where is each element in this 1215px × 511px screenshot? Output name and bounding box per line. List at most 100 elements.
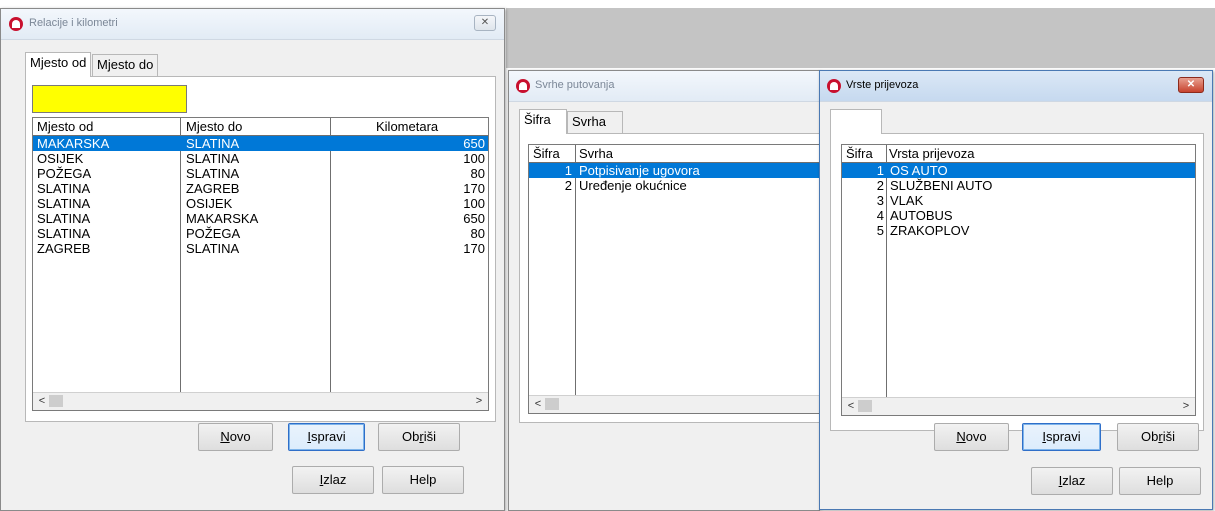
cell-sifra: 1 — [876, 163, 884, 178]
table-row[interactable]: OSIJEK SLATINA 100 — [33, 151, 488, 166]
table-row[interactable]: MAKARSKA SLATINA 650 — [33, 136, 488, 151]
cell-kilometara: 100 — [463, 151, 485, 166]
table-row[interactable]: 1 Potpisivanje ugovora — [529, 163, 821, 178]
tab-svrha[interactable]: Svrha — [567, 111, 623, 133]
app-icon — [9, 17, 23, 31]
obrisi-button-label: iši — [1162, 429, 1175, 444]
novo-button-label: ovo — [965, 429, 987, 444]
cell-mjesto-do: ZAGREB — [186, 181, 240, 196]
window-svrhe-putovanja: Svrhe putovanja Šifra Svrha Šifra Svrha … — [508, 70, 822, 511]
cell-sifra: 2 — [876, 178, 884, 193]
scroll-right-icon[interactable]: > — [1179, 398, 1193, 415]
relations-list[interactable]: Mjesto od Mjesto do Kilometara MAKARSKA S… — [32, 117, 489, 411]
cell-mjesto-do: SLATINA — [186, 136, 240, 151]
table-row[interactable]: 2 Uređenje okućnice — [529, 178, 821, 193]
column-header-sifra[interactable]: Šifra — [533, 146, 560, 161]
cell-mjesto-do: MAKARSKA — [186, 211, 259, 226]
cell-sifra: 2 — [564, 178, 572, 193]
window-title: Svrhe putovanja — [535, 79, 615, 91]
tab-empty[interactable] — [830, 109, 882, 134]
obrisi-button[interactable]: Obriši — [1117, 423, 1199, 451]
ispravi-button[interactable]: Ispravi — [1022, 423, 1101, 451]
novo-button-accesskey: N — [220, 429, 230, 444]
help-button[interactable]: Help — [1119, 467, 1201, 495]
list-header: Mjesto od Mjesto do Kilometara — [33, 118, 488, 135]
title-bar[interactable]: Svrhe putovanja — [509, 71, 819, 102]
window-title: Vrste prijevoza — [846, 79, 919, 91]
izlaz-button[interactable]: Izlaz — [1031, 467, 1113, 495]
table-row[interactable]: 3 VLAK — [842, 193, 1195, 208]
cell-mjesto-do: SLATINA — [186, 166, 240, 181]
table-row[interactable]: 2 SLUŽBENI AUTO — [842, 178, 1195, 193]
table-row[interactable]: SLATINA ZAGREB 170 — [33, 181, 488, 196]
ispravi-button-label: spravi — [1045, 429, 1081, 444]
cell-sifra: 3 — [876, 193, 884, 208]
horizontal-scrollbar[interactable]: < — [529, 395, 821, 413]
column-header-svrha[interactable]: Svrha — [579, 146, 613, 161]
cell-mjesto-od: OSIJEK — [37, 151, 84, 166]
tab-panel: Mjesto od Mjesto do Kilometara MAKARSKA S… — [25, 76, 496, 422]
table-row[interactable]: SLATINA POŽEGA 80 — [33, 226, 488, 241]
title-bar[interactable]: Relacije i kilometri ✕ — [1, 9, 504, 40]
scroll-thumb[interactable] — [49, 395, 63, 407]
column-header-vrsta-prijevoza[interactable]: Vrsta prijevoza — [889, 146, 975, 161]
tab-mjesto-od[interactable]: Mjesto od — [25, 52, 92, 77]
desktop-background — [506, 8, 1215, 68]
cell-mjesto-od: SLATINA — [37, 181, 91, 196]
table-row[interactable]: 1 OS AUTO — [842, 163, 1195, 178]
cell-svrha: Potpisivanje ugovora — [579, 163, 700, 178]
cell-kilometara: 170 — [463, 181, 485, 196]
horizontal-scrollbar[interactable]: < > — [33, 392, 488, 410]
title-bar[interactable]: Vrste prijevoza ✕ — [820, 71, 1212, 102]
list-header: Šifra Svrha — [529, 145, 821, 162]
scroll-thumb[interactable] — [545, 398, 559, 410]
close-button[interactable]: ✕ — [474, 15, 496, 31]
novo-button[interactable]: Novo — [934, 423, 1009, 451]
izlaz-button-label: zlaz — [1062, 473, 1086, 488]
obrisi-button-label: iši — [423, 429, 436, 444]
close-button[interactable]: ✕ — [1178, 77, 1204, 93]
cell-mjesto-od: SLATINA — [37, 226, 91, 241]
column-header-mjesto-od[interactable]: Mjesto od — [37, 119, 93, 134]
app-icon — [827, 79, 841, 93]
table-row[interactable]: 5 ZRAKOPLOV — [842, 223, 1195, 238]
app-icon — [516, 79, 530, 93]
novo-button[interactable]: Novo — [198, 423, 273, 451]
izlaz-button[interactable]: Izlaz — [292, 466, 374, 494]
search-input[interactable] — [32, 85, 187, 113]
cell-mjesto-od: POŽEGA — [37, 166, 92, 181]
tab-mjesto-do[interactable]: Mjesto do — [92, 54, 159, 76]
purposes-list[interactable]: Šifra Svrha 1 Potpisivanje ugovora 2 Uređen… — [528, 144, 822, 414]
tab-sifra[interactable]: Šifra — [519, 109, 567, 134]
scroll-left-icon[interactable]: < — [531, 396, 545, 413]
obrisi-button[interactable]: Obriši — [378, 423, 460, 451]
ispravi-button[interactable]: Ispravi — [288, 423, 365, 451]
transport-list[interactable]: Šifra Vrsta prijevoza 1 OS AUTO 2 SLUŽBENI … — [841, 144, 1196, 416]
cell-mjesto-do: SLATINA — [186, 241, 240, 256]
cell-kilometara: 80 — [470, 166, 485, 181]
table-row[interactable]: POŽEGA SLATINA 80 — [33, 166, 488, 181]
table-row[interactable]: 4 AUTOBUS — [842, 208, 1195, 223]
column-header-mjesto-do[interactable]: Mjesto do — [186, 119, 242, 134]
table-row[interactable]: SLATINA OSIJEK 100 — [33, 196, 488, 211]
scroll-left-icon[interactable]: < — [35, 393, 49, 410]
obrisi-button-label-pre: Ob — [1141, 429, 1159, 444]
cell-mjesto-do: SLATINA — [186, 151, 240, 166]
izlaz-button-label: zlaz — [323, 472, 347, 487]
scroll-left-icon[interactable]: < — [844, 398, 858, 415]
scroll-right-icon[interactable]: > — [472, 393, 486, 410]
column-header-sifra[interactable]: Šifra — [846, 146, 873, 161]
horizontal-scrollbar[interactable]: < > — [842, 397, 1195, 415]
cell-kilometara: 650 — [463, 136, 485, 151]
scroll-thumb[interactable] — [858, 400, 872, 412]
help-button[interactable]: Help — [382, 466, 464, 494]
novo-button-label: ovo — [229, 429, 251, 444]
column-header-kilometara[interactable]: Kilometara — [376, 119, 438, 134]
list-header: Šifra Vrsta prijevoza — [842, 145, 1195, 162]
table-row[interactable]: ZAGREB SLATINA 170 — [33, 241, 488, 256]
tab-panel: Šifra Vrsta prijevoza 1 OS AUTO 2 SLUŽBENI … — [830, 133, 1204, 431]
cell-vrsta-prijevoza: AUTOBUS — [890, 208, 953, 223]
table-row[interactable]: SLATINA MAKARSKA 650 — [33, 211, 488, 226]
cell-vrsta-prijevoza: VLAK — [890, 193, 924, 208]
cell-kilometara: 80 — [470, 226, 485, 241]
